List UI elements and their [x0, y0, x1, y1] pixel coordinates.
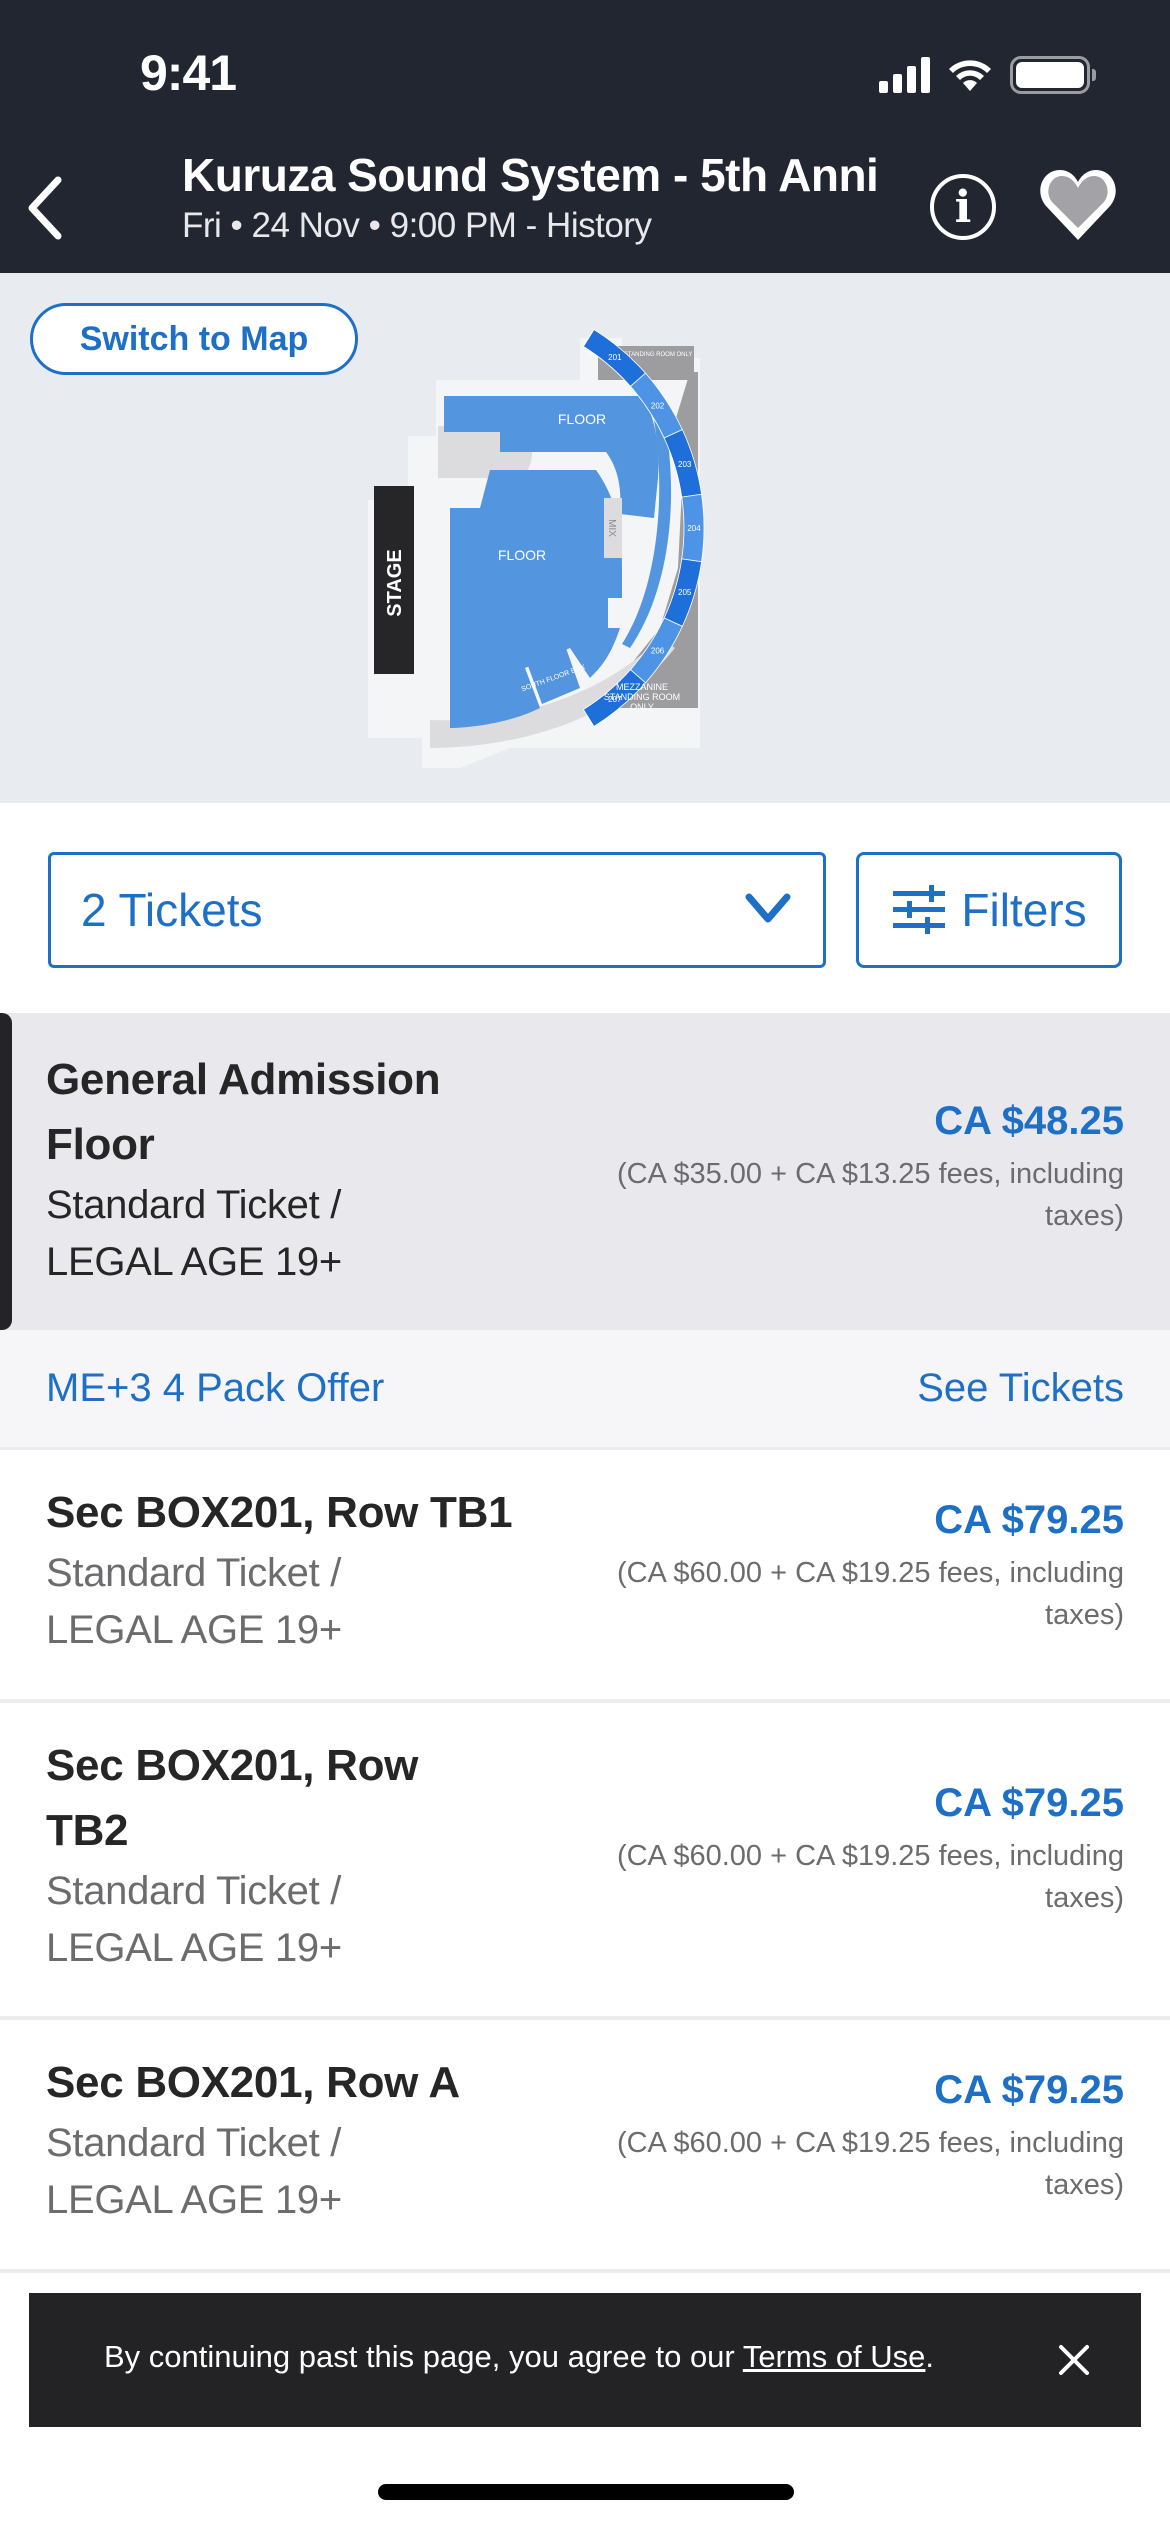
listing-row[interactable]: Sec BOX201, Row A Standard Ticket / LEGA…: [0, 2020, 1170, 2273]
offer-row: ME+3 4 Pack Offer See Tickets: [0, 1330, 1170, 1450]
section-label-206: 206: [651, 646, 665, 655]
venue-seat-map[interactable]: MEZZANINE STANDING ROOM ONLY STAGE FLOOR…: [360, 328, 820, 768]
listing-ticket-type: Standard Ticket /: [46, 2121, 342, 2165]
info-button[interactable]: i: [930, 174, 996, 240]
stage-label: STAGE: [384, 549, 406, 616]
seat-map-region: Switch to Map MEZZANINE STANDING ROOM ON…: [0, 273, 1170, 803]
offer-name[interactable]: ME+3 4 Pack Offer: [46, 1366, 384, 1411]
listing-row[interactable]: Sec BOX201, Row TB2 Standard Ticket / LE…: [0, 1703, 1170, 2020]
home-indicator: [378, 2484, 794, 2500]
event-title-block: Kuruza Sound System - 5th Anni Fri • 24 …: [182, 148, 912, 246]
back-button[interactable]: [14, 168, 74, 248]
chevron-down-icon: [745, 893, 791, 923]
switch-to-map-button[interactable]: Switch to Map: [30, 303, 358, 375]
mezzanine-bottom-label-2: STANDING ROOM: [604, 692, 680, 702]
listing-ticket-type: Standard Ticket /: [46, 1869, 342, 1913]
listing-price: CA $79.25: [934, 2068, 1124, 2112]
wifi-icon: [949, 60, 991, 91]
terms-text: By continuing past this page, you agree …: [104, 2339, 934, 2375]
listing-title: Sec BOX201, Row TB1: [46, 1488, 513, 1537]
mix-label: MIX: [606, 519, 617, 537]
event-date-venue: Fri • 24 Nov • 9:00 PM - History: [182, 206, 652, 245]
section-label-203: 203: [678, 460, 692, 469]
listing-title: General Admission Floor: [46, 1055, 441, 1169]
event-title: Kuruza Sound System - 5th Anni: [182, 149, 879, 201]
listing-ticket-type: Standard Ticket /: [46, 1183, 342, 1227]
listing-title: Sec BOX201, Row TB2: [46, 1741, 419, 1855]
ticket-quantity-select[interactable]: 2 Tickets: [48, 852, 826, 968]
listing-fees: (CA $60.00 + CA $19.25 fees, including t…: [616, 1840, 1124, 1914]
listing-row[interactable]: General Admission Floor Standard Ticket …: [0, 1013, 1170, 1330]
section-label-202: 202: [651, 402, 665, 411]
listing-age-restriction: LEGAL AGE 19+: [46, 1608, 342, 1652]
ticket-quantity-value: 2 Tickets: [81, 884, 263, 936]
listing-fees: (CA $35.00 + CA $13.25 fees, including t…: [616, 1158, 1124, 1232]
listing-fees: (CA $60.00 + CA $19.25 fees, including t…: [616, 2127, 1124, 2201]
battery-icon: [1010, 56, 1096, 94]
see-tickets-link[interactable]: See Tickets: [917, 1366, 1124, 1411]
listing-age-restriction: LEGAL AGE 19+: [46, 2178, 342, 2222]
terms-suffix: .: [925, 2339, 935, 2374]
terms-message: By continuing past this page, you agree …: [104, 2339, 743, 2374]
listing-age-restriction: LEGAL AGE 19+: [46, 1926, 342, 1970]
listing-title: Sec BOX201, Row A: [46, 2058, 460, 2107]
listing-ticket-type: Standard Ticket /: [46, 1551, 342, 1595]
filters-label: Filters: [961, 884, 1087, 936]
section-label-204: 204: [687, 524, 701, 533]
app-header: 9:41 Kuruza Sound System - 5th Anni Fri …: [0, 0, 1170, 273]
section-label-201: 201: [608, 353, 622, 362]
filters-button[interactable]: Filters: [856, 852, 1122, 968]
listing-price: CA $79.25: [934, 1781, 1124, 1825]
terms-banner: By continuing past this page, you agree …: [29, 2293, 1141, 2427]
cellular-signal-icon: [879, 57, 930, 93]
close-banner-button[interactable]: [1049, 2335, 1099, 2385]
section-label-205: 205: [678, 588, 692, 597]
listing-fees: (CA $60.00 + CA $19.25 fees, including t…: [616, 1557, 1124, 1631]
mezzanine-bottom-label-1: MEZZANINE: [616, 682, 668, 692]
listing-price: CA $48.25: [934, 1099, 1124, 1143]
status-icons: [879, 56, 1096, 94]
info-icon: i: [954, 181, 972, 233]
sliders-icon: [893, 885, 946, 934]
status-time: 9:41: [140, 45, 237, 101]
chevron-left-icon: [28, 176, 62, 240]
listing-age-restriction: LEGAL AGE 19+: [46, 1240, 342, 1284]
terms-of-use-link[interactable]: Terms of Use: [743, 2339, 926, 2374]
floor-upper-label: FLOOR: [558, 411, 606, 427]
favorite-heart-button[interactable]: [1036, 162, 1120, 246]
listing-row[interactable]: Sec BOX201, Row TB1 Standard Ticket / LE…: [0, 1450, 1170, 1703]
ticket-controls: 2 Tickets Filters: [0, 803, 1170, 1013]
mezzanine-bottom-label-3: ONLY: [630, 702, 654, 712]
floor-main-label: FLOOR: [498, 547, 546, 563]
listing-price: CA $79.25: [934, 1498, 1124, 1542]
